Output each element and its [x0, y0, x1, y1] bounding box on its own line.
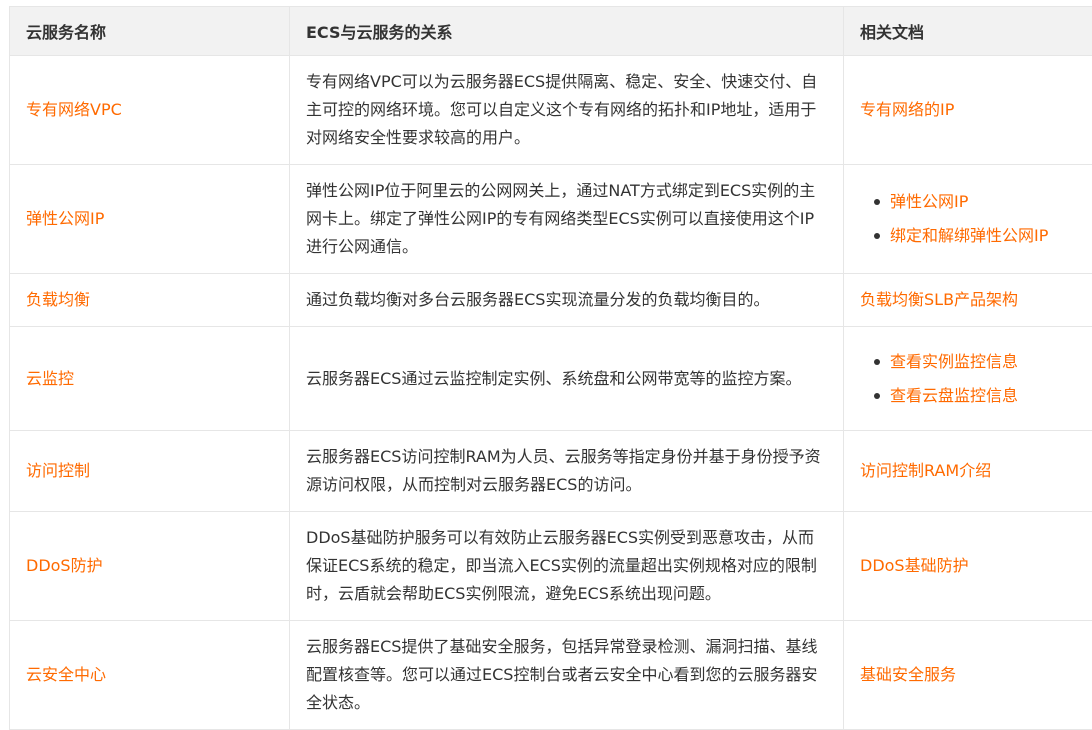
relation-cell: 云服务器ECS通过云监控制定实例、系统盘和公网带宽等的监控方案。: [290, 327, 844, 431]
doc-link[interactable]: 查看云盘监控信息: [890, 386, 1018, 405]
header-row: 云服务名称 ECS与云服务的关系 相关文档: [10, 7, 1092, 56]
docs-cell: 查看实例监控信息 查看云盘监控信息: [844, 327, 1092, 431]
service-link-ram[interactable]: 访问控制: [26, 461, 90, 480]
table-row: 云监控 云服务器ECS通过云监控制定实例、系统盘和公网带宽等的监控方案。 查看实…: [10, 327, 1092, 431]
service-link-slb[interactable]: 负载均衡: [26, 290, 90, 309]
docs-cell: 专有网络的IP: [844, 56, 1092, 165]
list-item: 弹性公网IP: [874, 185, 1092, 219]
service-name-cell: 云监控: [10, 327, 290, 431]
service-link-cloudmonitor[interactable]: 云监控: [26, 369, 74, 388]
doc-link[interactable]: 基础安全服务: [860, 665, 956, 684]
docs-cell: DDoS基础防护: [844, 512, 1092, 621]
service-relation-table: 云服务名称 ECS与云服务的关系 相关文档 专有网络VPC 专有网络VPC可以为…: [9, 6, 1092, 730]
table-row: DDoS防护 DDoS基础防护服务可以有效防止云服务器ECS实例受到恶意攻击，从…: [10, 512, 1092, 621]
list-item: 查看实例监控信息: [874, 345, 1092, 379]
service-name-cell: 访问控制: [10, 431, 290, 512]
service-name-cell: 弹性公网IP: [10, 165, 290, 274]
doc-link[interactable]: 绑定和解绑弹性公网IP: [890, 226, 1048, 245]
relation-cell: 云服务器ECS访问控制RAM为人员、云服务等指定身份并基于身份授予资源访问权限，…: [290, 431, 844, 512]
docs-cell: 弹性公网IP 绑定和解绑弹性公网IP: [844, 165, 1092, 274]
doc-list: 弹性公网IP 绑定和解绑弹性公网IP: [860, 185, 1092, 253]
table-row: 负载均衡 通过负载均衡对多台云服务器ECS实现流量分发的负载均衡目的。 负载均衡…: [10, 274, 1092, 327]
doc-list: 查看实例监控信息 查看云盘监控信息: [860, 345, 1092, 413]
service-name-cell: 云安全中心: [10, 621, 290, 730]
service-name-cell: 专有网络VPC: [10, 56, 290, 165]
service-name-cell: DDoS防护: [10, 512, 290, 621]
table-row: 访问控制 云服务器ECS访问控制RAM为人员、云服务等指定身份并基于身份授予资源…: [10, 431, 1092, 512]
service-link-ddos[interactable]: DDoS防护: [26, 556, 103, 575]
service-link-security-center[interactable]: 云安全中心: [26, 665, 106, 684]
list-item: 查看云盘监控信息: [874, 379, 1092, 413]
relation-cell: 专有网络VPC可以为云服务器ECS提供隔离、稳定、安全、快速交付、自主可控的网络…: [290, 56, 844, 165]
table-row: 弹性公网IP 弹性公网IP位于阿里云的公网网关上，通过NAT方式绑定到ECS实例…: [10, 165, 1092, 274]
relation-cell: 云服务器ECS提供了基础安全服务，包括异常登录检测、漏洞扫描、基线配置核查等。您…: [290, 621, 844, 730]
service-link-eip[interactable]: 弹性公网IP: [26, 209, 104, 228]
list-item: 绑定和解绑弹性公网IP: [874, 219, 1092, 253]
service-link-vpc[interactable]: 专有网络VPC: [26, 100, 122, 119]
table-header: 云服务名称 ECS与云服务的关系 相关文档: [10, 7, 1092, 56]
header-service-name: 云服务名称: [10, 7, 290, 56]
table-row: 专有网络VPC 专有网络VPC可以为云服务器ECS提供隔离、稳定、安全、快速交付…: [10, 56, 1092, 165]
service-name-cell: 负载均衡: [10, 274, 290, 327]
relation-cell: 弹性公网IP位于阿里云的公网网关上，通过NAT方式绑定到ECS实例的主网卡上。绑…: [290, 165, 844, 274]
doc-link[interactable]: 负载均衡SLB产品架构: [860, 290, 1018, 309]
header-docs: 相关文档: [844, 7, 1092, 56]
table-body: 专有网络VPC 专有网络VPC可以为云服务器ECS提供隔离、稳定、安全、快速交付…: [10, 56, 1092, 730]
docs-cell: 基础安全服务: [844, 621, 1092, 730]
docs-cell: 访问控制RAM介绍: [844, 431, 1092, 512]
doc-link[interactable]: 弹性公网IP: [890, 192, 968, 211]
doc-link[interactable]: 访问控制RAM介绍: [860, 461, 991, 480]
doc-link[interactable]: DDoS基础防护: [860, 556, 969, 575]
relation-cell: 通过负载均衡对多台云服务器ECS实现流量分发的负载均衡目的。: [290, 274, 844, 327]
relation-cell: DDoS基础防护服务可以有效防止云服务器ECS实例受到恶意攻击，从而保证ECS系…: [290, 512, 844, 621]
doc-link[interactable]: 查看实例监控信息: [890, 352, 1018, 371]
doc-link[interactable]: 专有网络的IP: [860, 100, 954, 119]
docs-cell: 负载均衡SLB产品架构: [844, 274, 1092, 327]
table-row: 云安全中心 云服务器ECS提供了基础安全服务，包括异常登录检测、漏洞扫描、基线配…: [10, 621, 1092, 730]
header-relation: ECS与云服务的关系: [290, 7, 844, 56]
